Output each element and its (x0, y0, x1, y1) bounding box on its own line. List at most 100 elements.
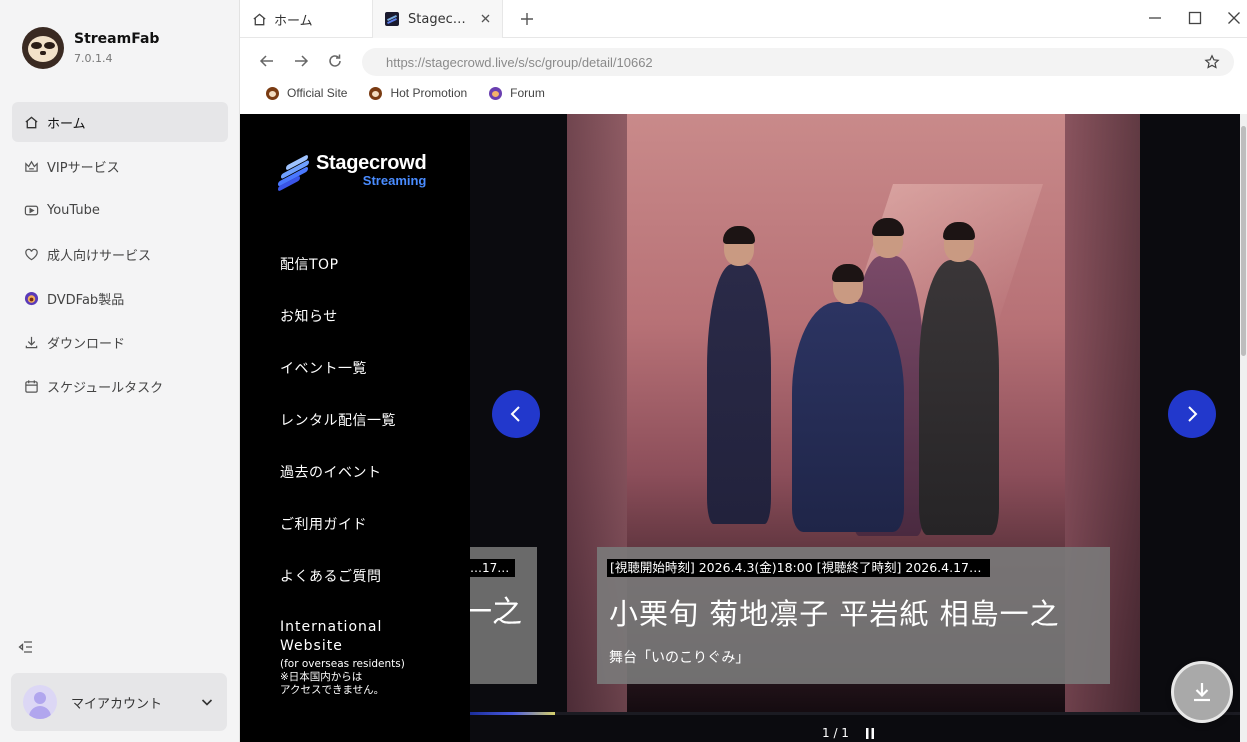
scrollbar-thumb[interactable] (1241, 126, 1246, 356)
sidebar-item-youtube[interactable]: YouTube (12, 190, 228, 230)
site-link-faq[interactable]: よくあるご質問 (280, 566, 396, 618)
tab-label: Stagec… (408, 11, 466, 27)
streamfab-bookmark-icon (369, 86, 383, 100)
heart-icon (23, 246, 39, 262)
carousel-progress-fill (470, 712, 555, 715)
app-name: StreamFab (74, 31, 160, 47)
slide-title: 小栗旬 菊地凛子 平岩紙 相島一之 (609, 597, 1060, 631)
tab-stagecrowd[interactable]: Stagec… (373, 0, 503, 38)
intl-note-line: ※日本国内からは (280, 671, 363, 683)
logo-sub: Streaming (362, 173, 427, 188)
site-menu: 配信TOP お知らせ イベント一覧 レンタル配信一覧 過去のイベント ご利用ガイ… (280, 254, 396, 618)
app-version: 7.0.1.4 (74, 52, 113, 65)
sidebar-item-label: スケジュールタスク (47, 380, 164, 396)
account-label: マイアカウント (71, 696, 163, 712)
streamfab-logo-icon (22, 27, 64, 69)
app-sidebar: StreamFab 7.0.1.4 ホーム VIPサービス YouTube 成人… (0, 0, 240, 742)
chevron-left-icon (510, 406, 520, 422)
bookmark-label: Forum (510, 86, 545, 100)
sidebar-item-vip[interactable]: VIPサービス (12, 146, 228, 186)
url-text: https://stagecrowd.live/s/sc/group/detai… (386, 54, 653, 70)
minimize-icon[interactable] (1146, 9, 1164, 27)
chevron-down-icon (201, 699, 213, 706)
account-button[interactable]: マイアカウント (11, 673, 227, 731)
sidebar-item-label: 成人向けサービス (47, 248, 152, 264)
hero-carousel: …17… 一之 [視聴開始時刻] 2026.4.3(金)18:00 [視聴終了時… (470, 114, 1240, 742)
tab-label: ホーム (274, 13, 313, 29)
sidebar-item-label: ダウンロード (47, 336, 126, 352)
download-icon (1194, 683, 1210, 702)
stagecrowd-logo[interactable]: Stagecrowd Streaming (278, 152, 427, 192)
stagecrowd-favicon-icon (385, 12, 399, 26)
viewing-period: [視聴開始時刻] 2026.4.3(金)18:00 [視聴終了時刻] 2026.… (607, 559, 990, 577)
download-icon (23, 334, 39, 350)
page-scrollbar[interactable] (1240, 114, 1247, 742)
international-website-link[interactable]: International Website (for overseas resi… (280, 618, 405, 697)
sidebar-item-home[interactable]: ホーム (12, 102, 228, 142)
prev-card-time: …17… (470, 559, 516, 577)
sidebar-item-label: ホーム (47, 116, 86, 132)
web-content: Stagecrowd Streaming 配信TOP お知らせ イベント一覧 レ… (240, 114, 1240, 742)
sidebar-nav: ホーム VIPサービス YouTube 成人向けサービス DVDFab製品 ダウ… (12, 102, 228, 410)
calendar-icon (23, 378, 39, 394)
site-link-guide[interactable]: ご利用ガイド (280, 514, 396, 566)
sidebar-item-label: YouTube (47, 202, 100, 218)
intl-note-line: (for overseas residents) (280, 658, 405, 670)
prev-card-title: 一之 (470, 595, 522, 630)
brand: StreamFab 7.0.1.4 (22, 27, 159, 69)
new-tab-icon[interactable] (518, 10, 536, 28)
site-link-events[interactable]: イベント一覧 (280, 358, 396, 410)
site-link-top[interactable]: 配信TOP (280, 254, 396, 306)
reload-icon[interactable] (326, 52, 344, 70)
slide-info-card[interactable]: [視聴開始時刻] 2026.4.3(金)18:00 [視聴終了時刻] 2026.… (597, 547, 1110, 684)
sidebar-item-adult[interactable]: 成人向けサービス (12, 234, 228, 274)
address-bar: https://stagecrowd.live/s/sc/group/detai… (240, 38, 1247, 114)
site-link-rental[interactable]: レンタル配信一覧 (280, 410, 396, 462)
prev-slide-card[interactable]: …17… 一之 (470, 547, 537, 684)
bookmark-forum[interactable]: Forum (489, 86, 545, 100)
sidebar-item-download[interactable]: ダウンロード (12, 322, 228, 362)
url-input[interactable]: https://stagecrowd.live/s/sc/group/detai… (362, 48, 1234, 76)
sidebar-item-label: VIPサービス (47, 160, 120, 176)
star-icon[interactable] (1204, 54, 1220, 70)
site-link-news[interactable]: お知らせ (280, 306, 396, 358)
dvdfab-bookmark-icon (489, 86, 503, 100)
tab-home[interactable]: ホーム (240, 0, 373, 38)
slide-subtitle: 舞台「いのこりぐみ」 (609, 650, 750, 666)
bookmark-label: Official Site (287, 86, 348, 100)
carousel-progress (470, 712, 1240, 715)
bookmarks-bar: Official Site Hot Promotion Forum (266, 86, 567, 100)
intl-title-line: Website (280, 638, 343, 654)
bookmark-label: Hot Promotion (390, 86, 468, 100)
pager-text: 1 / 1 (822, 726, 849, 740)
carousel-prev-button[interactable] (492, 390, 540, 438)
chevron-right-icon (1188, 406, 1198, 422)
youtube-icon (23, 202, 39, 218)
bookmark-official-site[interactable]: Official Site (266, 86, 347, 100)
logo-name: Stagecrowd (316, 152, 427, 174)
crown-icon (23, 158, 39, 174)
close-window-icon[interactable] (1225, 9, 1243, 27)
avatar (23, 685, 57, 719)
maximize-icon[interactable] (1186, 9, 1204, 27)
carousel-next-button[interactable] (1168, 390, 1216, 438)
pause-icon[interactable] (865, 727, 875, 739)
collapse-sidebar-icon[interactable] (18, 639, 34, 655)
dvdfab-icon (23, 290, 39, 306)
intl-note-line: アクセスできません。 (280, 684, 385, 696)
close-tab-icon[interactable] (479, 12, 492, 25)
forward-arrow-icon[interactable] (292, 52, 310, 70)
streamfab-bookmark-icon (266, 86, 279, 100)
sidebar-item-label: DVDFab製品 (47, 292, 125, 308)
carousel-pager: 1 / 1 (822, 726, 875, 740)
home-icon (23, 114, 39, 130)
download-fab-button[interactable] (1171, 661, 1233, 723)
sidebar-item-dvdfab[interactable]: DVDFab製品 (12, 278, 228, 318)
back-arrow-icon[interactable] (258, 52, 276, 70)
bookmark-hot-promotion[interactable]: Hot Promotion (369, 86, 467, 100)
sidebar-item-schedule[interactable]: スケジュールタスク (12, 366, 228, 406)
site-link-past-events[interactable]: 過去のイベント (280, 462, 396, 514)
tab-bar: ホーム Stagec… (240, 0, 1247, 38)
home-icon (252, 12, 267, 27)
intl-title-line: International (280, 619, 383, 635)
